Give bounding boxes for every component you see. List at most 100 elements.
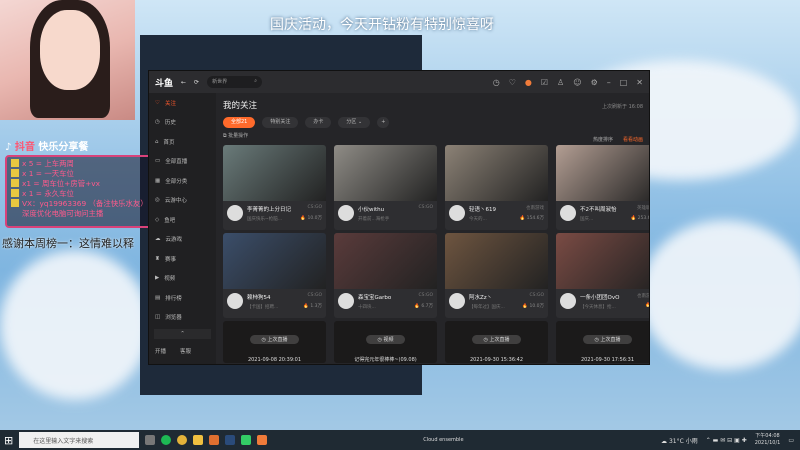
chip-special[interactable]: 特别关注 [262, 117, 299, 128]
heart-icon[interactable]: ♡ [509, 78, 516, 87]
avatar[interactable] [338, 293, 354, 309]
collapse-button[interactable]: ⌃ [154, 329, 211, 339]
streamer-name[interactable]: 李菁菁的上分日记 [247, 205, 291, 213]
chip-card[interactable]: 办卡 [305, 117, 332, 128]
sidebar-item-rank[interactable]: ▤ 排行榜 [149, 288, 216, 308]
support-button[interactable]: 客服 [180, 347, 191, 355]
stream-thumbnail[interactable] [334, 145, 437, 201]
minimize-icon[interactable]: – [607, 78, 611, 87]
message-icon[interactable]: ☺ [573, 78, 581, 87]
steam-icon[interactable] [225, 435, 236, 445]
sidebar-item-categories[interactable]: ▦ 全部分类 [149, 171, 216, 191]
checkin-icon[interactable]: ☑ [541, 78, 548, 87]
system-tray: ☁ 31°C 小雨 ⌃ ▬ ✉ ⊟ ▣ ✚ 下午04:08 2021/10/1 ▭ [661, 433, 800, 447]
search-icon[interactable]: ⌕ [254, 78, 257, 86]
category[interactable]: CS:GO [418, 293, 433, 298]
avatar[interactable] [338, 205, 354, 221]
maximize-icon[interactable]: □ [620, 78, 628, 87]
chip-section[interactable]: 分区 ⌄ [338, 117, 371, 128]
last-live-date: 2021-09-08 20:39:01 [247, 357, 302, 363]
sidebar-item-events[interactable]: ♜ 赛事 [149, 249, 216, 269]
avatar[interactable] [560, 205, 576, 221]
offline-card[interactable]: ◷ 上次直播 2021-09-30 15:36:42 [445, 321, 548, 363]
add-chip-button[interactable]: + [377, 117, 390, 128]
offline-card[interactable]: ◷ 上次直播 2021-09-30 17:56:31 [556, 321, 649, 363]
app-icon[interactable] [241, 435, 252, 445]
sort-hot[interactable]: 热度排序 [593, 136, 613, 143]
chip-all[interactable]: 全部21 [223, 117, 256, 128]
avatar[interactable] [227, 293, 243, 309]
stream-thumbnail[interactable] [556, 145, 649, 201]
category[interactable]: CS:GO [418, 205, 433, 210]
stream-thumbnail[interactable] [445, 233, 548, 289]
offline-card[interactable]: ◷ 视频 记得完元年很棒棒~(09.08) [334, 321, 437, 363]
streamer-card[interactable]: 小伙withu 开着前...海枪手 CS:GO [334, 145, 437, 230]
category[interactable]: CS:GO [529, 293, 544, 298]
streamer-name[interactable]: 阿水Zz丶 [469, 293, 505, 301]
sidebar-item-yuba[interactable]: ◇ 鱼吧 [149, 210, 216, 230]
clock[interactable]: 下午04:08 2021/10/1 [755, 433, 781, 447]
stream-thumbnail[interactable] [223, 233, 326, 289]
media-title[interactable]: Cloud ensemble [423, 437, 463, 443]
streamer-card[interactable]: 一条小团团OvO 【今天休息】抢... 也南游戏 🔥 0 [556, 233, 649, 318]
spotify-icon[interactable] [161, 435, 172, 445]
sidebar-item-all-live[interactable]: ▭ 全部直播 [149, 152, 216, 172]
batch-operation[interactable]: ⧉ 批量操作 [223, 132, 642, 139]
category[interactable]: CS:GO [307, 205, 322, 210]
sidebar-item-video[interactable]: ▶ 视频 [149, 269, 216, 289]
close-icon[interactable]: ✕ [636, 78, 643, 87]
rank-icon: ▤ [155, 294, 161, 301]
streamer-name[interactable]: 森宝宝Garbo [358, 293, 391, 301]
tray-icons[interactable]: ⌃ ▬ ✉ ⊟ ▣ ✚ [706, 437, 747, 444]
sidebar-item-history[interactable]: ◷ 历史 [149, 113, 216, 133]
app-icon[interactable] [209, 435, 220, 445]
streamer-name[interactable]: 轻语丶619 [469, 205, 496, 213]
douyu-icon[interactable] [257, 435, 268, 445]
category[interactable]: 英雄联盟 [637, 205, 649, 211]
taskview-icon[interactable] [145, 435, 156, 445]
category[interactable]: 也南游戏 [637, 293, 649, 299]
stream-thumbnail[interactable] [556, 233, 649, 289]
shirt-icon[interactable]: ♙ [557, 78, 564, 87]
streamer-card[interactable]: 森宝宝Garbo 十四块... CS:GO 🔥 6.7万 [334, 233, 437, 318]
refresh-icon[interactable]: ⟳ [194, 79, 199, 86]
streamer-name[interactable]: 不2不叫周淑怡 [580, 205, 617, 213]
sidebar-item-home[interactable]: ⌂ 首页 [149, 132, 216, 152]
windows-start-icon[interactable]: ⊞ [4, 434, 13, 447]
chrome-icon[interactable] [177, 435, 188, 445]
streamer-card[interactable]: 不2不叫周淑怡 国庆... 英雄联盟 🔥 253.6万 [556, 145, 649, 230]
streamer-card[interactable]: 阿水Zz丶 【每年过】国庆... CS:GO 🔥 10.0万 [445, 233, 548, 318]
sidebar-item-cloud-game[interactable]: ☁ 云游戏 [149, 230, 216, 250]
sidebar-item-follow[interactable]: ♡ 关注 [149, 93, 216, 113]
avatar[interactable]: ● [525, 78, 532, 87]
start-stream-button[interactable]: 开播 [155, 347, 166, 355]
settings-icon[interactable]: ⚙ [591, 78, 598, 87]
stream-thumbnail[interactable] [445, 145, 548, 201]
streamer-card[interactable]: 赖柿狗54 【卡国】招聘... CS:GO 🔥 1.3万 [223, 233, 326, 318]
sidebar-item-game-center[interactable]: ◎ 云游中心 [149, 191, 216, 211]
last-live-badge: ◷ 上次直播 [249, 335, 300, 344]
avatar[interactable] [227, 205, 243, 221]
weather[interactable]: ☁ 31°C 小雨 [661, 436, 698, 445]
streamer-name[interactable]: 赖柿狗54 [247, 293, 278, 301]
offline-card[interactable]: ◷ 上次直播 2021-09-08 20:39:01 [223, 321, 326, 363]
streamer-card[interactable]: 李菁菁的上分日记 国庆快乐~枪脑... CS:GO 🔥 10.0万 [223, 145, 326, 230]
notification-icon[interactable]: ▭ [788, 437, 794, 444]
stream-thumbnail[interactable] [334, 233, 437, 289]
back-icon[interactable]: ← [181, 79, 186, 86]
category[interactable]: 也南游戏 [526, 205, 544, 211]
stream-thumbnail[interactable] [223, 145, 326, 201]
avatar[interactable] [449, 205, 465, 221]
streamer-card[interactable]: 轻语丶619 今天的... 也南游戏 🔥 154.6万 [445, 145, 548, 230]
sidebar-item-browser[interactable]: ◫ 浏览器 [149, 308, 216, 328]
avatar[interactable] [449, 293, 465, 309]
history-icon[interactable]: ◷ [493, 78, 500, 87]
streamer-name[interactable]: 小伙withu [358, 205, 389, 213]
search-input[interactable]: 新世界 ⌕ [207, 76, 263, 88]
taskbar-search[interactable]: 在这里输入文字来搜索 [19, 432, 140, 448]
explorer-icon[interactable] [193, 435, 204, 445]
avatar[interactable] [560, 293, 576, 309]
streamer-name[interactable]: 一条小团团OvO [580, 293, 619, 301]
sort-anim[interactable]: 看看动画 [623, 136, 643, 143]
category[interactable]: CS:GO [307, 293, 322, 298]
